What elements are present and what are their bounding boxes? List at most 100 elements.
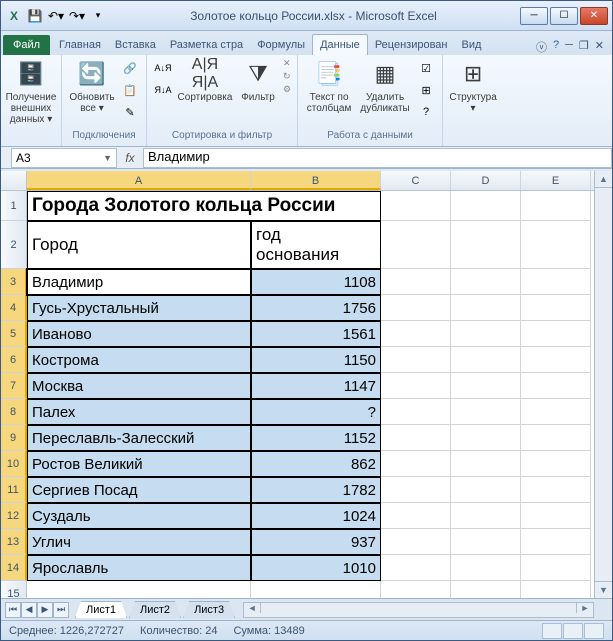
outline-button[interactable]: ⊞ Структура ▾	[449, 58, 497, 114]
cell[interactable]	[451, 477, 521, 503]
data-year[interactable]: 1147	[251, 373, 381, 399]
view-pagebreak-icon[interactable]	[584, 623, 604, 639]
cell[interactable]	[381, 503, 451, 529]
text-to-columns-button[interactable]: 📑 Текст по столбцам	[304, 58, 354, 114]
data-year[interactable]: ?	[251, 399, 381, 425]
close-button[interactable]: ✕	[580, 7, 608, 25]
cell[interactable]	[451, 425, 521, 451]
cell[interactable]	[521, 221, 591, 269]
row-header-12[interactable]: 12	[1, 503, 27, 529]
data-city[interactable]: Ярославль	[27, 555, 251, 581]
cell[interactable]	[381, 221, 451, 269]
data-year[interactable]: 862	[251, 451, 381, 477]
view-normal-icon[interactable]	[542, 623, 562, 639]
data-year[interactable]: 1108	[251, 269, 381, 295]
cell[interactable]	[381, 191, 451, 221]
sheet-nav-last-icon[interactable]: ⏭	[53, 602, 69, 618]
help-icon[interactable]: ?	[553, 39, 559, 55]
sort-desc-button[interactable]: Я↓А	[153, 80, 173, 100]
data-city[interactable]: Переславль-Залесский	[27, 425, 251, 451]
cell[interactable]	[451, 399, 521, 425]
cell[interactable]	[521, 321, 591, 347]
sheet-tab-1[interactable]: Лист1	[75, 601, 127, 618]
cell[interactable]	[451, 503, 521, 529]
worksheet-grid[interactable]: A B C D E 123456789101112131415 Города З…	[1, 171, 612, 598]
properties-icon[interactable]: 📋	[120, 80, 140, 100]
data-city[interactable]: Гусь-Хрустальный	[27, 295, 251, 321]
what-if-icon[interactable]: ?	[416, 102, 436, 122]
tab-data[interactable]: Данные	[312, 34, 368, 55]
row-header-1[interactable]: 1	[1, 191, 27, 221]
cell[interactable]	[521, 373, 591, 399]
sheet-tab-3[interactable]: Лист3	[183, 601, 235, 618]
get-external-data-button[interactable]: 🗄️ Получение внешних данных ▾	[7, 58, 55, 125]
data-year[interactable]: 937	[251, 529, 381, 555]
row-header-3[interactable]: 3	[1, 269, 27, 295]
tab-formulas[interactable]: Формулы	[250, 35, 312, 55]
sheet-tab-2[interactable]: Лист2	[129, 601, 181, 618]
cell[interactable]	[521, 503, 591, 529]
cell[interactable]	[381, 529, 451, 555]
data-city[interactable]: Суздаль	[27, 503, 251, 529]
connections-icon[interactable]: 🔗	[120, 58, 140, 78]
cell[interactable]	[451, 347, 521, 373]
ribbon-minimize-icon[interactable]: ⓥ	[536, 39, 547, 55]
tab-view[interactable]: Вид	[455, 35, 489, 55]
cell[interactable]	[521, 399, 591, 425]
data-year[interactable]: 1024	[251, 503, 381, 529]
cell[interactable]	[381, 269, 451, 295]
mdi-close-icon[interactable]: ✕	[595, 39, 604, 55]
name-box[interactable]: A3▼	[11, 148, 117, 168]
cell[interactable]	[381, 425, 451, 451]
cell[interactable]	[521, 425, 591, 451]
cell[interactable]	[521, 477, 591, 503]
data-city[interactable]: Иваново	[27, 321, 251, 347]
undo-icon[interactable]: ↶▾	[47, 7, 65, 25]
cell[interactable]	[381, 581, 451, 598]
sort-button[interactable]: А|ЯЯ|А Сортировка	[177, 58, 233, 103]
tab-insert[interactable]: Вставка	[108, 35, 163, 55]
cell[interactable]	[521, 555, 591, 581]
chevron-down-icon[interactable]: ▼	[103, 153, 112, 163]
data-year[interactable]: 1150	[251, 347, 381, 373]
col-header-D[interactable]: D	[451, 171, 521, 190]
row-header-8[interactable]: 8	[1, 399, 27, 425]
cell[interactable]	[381, 373, 451, 399]
cell[interactable]	[451, 295, 521, 321]
data-city[interactable]: Владимир	[27, 269, 251, 295]
data-city[interactable]: Кострома	[27, 347, 251, 373]
consolidate-icon[interactable]: ⊞	[416, 80, 436, 100]
maximize-button[interactable]: ☐	[550, 7, 578, 25]
cell[interactable]	[451, 555, 521, 581]
col-header-C[interactable]: C	[381, 171, 451, 190]
cell[interactable]	[381, 555, 451, 581]
data-year[interactable]: 1561	[251, 321, 381, 347]
qat-more-icon[interactable]: ▾	[89, 7, 107, 25]
cell[interactable]	[521, 191, 591, 221]
row-header-4[interactable]: 4	[1, 295, 27, 321]
remove-duplicates-button[interactable]: ▦ Удалить дубликаты	[358, 58, 412, 114]
cell[interactable]	[521, 347, 591, 373]
sheet-nav-prev-icon[interactable]: ◀	[21, 602, 37, 618]
cell[interactable]	[521, 581, 591, 598]
refresh-all-button[interactable]: 🔄 Обновить все ▾	[68, 58, 116, 114]
cell[interactable]	[451, 191, 521, 221]
row-header-9[interactable]: 9	[1, 425, 27, 451]
sheet-nav-next-icon[interactable]: ▶	[37, 602, 53, 618]
select-all-corner[interactable]	[1, 171, 27, 190]
col-header-A[interactable]: A	[27, 171, 251, 190]
cell[interactable]	[381, 399, 451, 425]
row-header-6[interactable]: 6	[1, 347, 27, 373]
tab-review[interactable]: Рецензирован	[368, 35, 455, 55]
edit-links-icon[interactable]: ✎	[120, 102, 140, 122]
col-header-E[interactable]: E	[521, 171, 591, 190]
row-header-11[interactable]: 11	[1, 477, 27, 503]
save-icon[interactable]: 💾	[26, 7, 44, 25]
cell[interactable]	[451, 321, 521, 347]
horizontal-scrollbar[interactable]	[243, 602, 594, 618]
tab-file[interactable]: Файл	[3, 35, 50, 55]
title-cell[interactable]: Города Золотого кольца России	[27, 191, 381, 221]
cell[interactable]	[451, 581, 521, 598]
cell[interactable]	[451, 451, 521, 477]
data-validation-icon[interactable]: ☑	[416, 58, 436, 78]
